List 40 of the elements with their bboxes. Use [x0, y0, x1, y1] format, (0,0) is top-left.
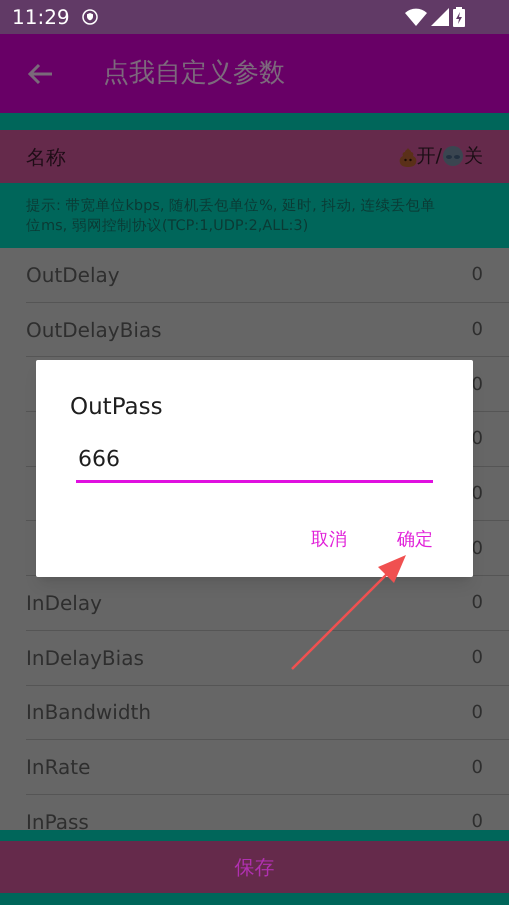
parameter-name: InPass — [26, 808, 89, 830]
parameter-row[interactable]: OutDelay 0 — [26, 248, 509, 303]
parameter-value: 0 — [472, 536, 483, 561]
parameter-name: InDelay — [26, 590, 102, 617]
dialog-title: OutPass — [70, 393, 164, 422]
parameter-name: OutDelay — [26, 262, 120, 289]
wifi-icon — [405, 8, 427, 26]
parameter-row[interactable]: InDelayBias 0 — [26, 630, 509, 686]
parameter-value: 0 — [472, 427, 483, 452]
parameter-value: 0 — [472, 810, 483, 830]
parameter-value: 0 — [472, 482, 483, 506]
parameter-value: 0 — [472, 591, 483, 616]
parameter-name: InRate — [26, 754, 90, 782]
parameter-value: 0 — [472, 646, 483, 670]
page-title: 点我自定义参数 — [103, 57, 285, 90]
parameter-row[interactable]: InRate 0 — [26, 740, 509, 795]
parameter-value: 0 — [472, 318, 483, 342]
parameter-value: 0 — [472, 263, 483, 288]
parameter-name: InBandwidth — [26, 699, 152, 726]
parameter-value: 0 — [472, 700, 483, 725]
dialog-button[interactable]: 确定 — [397, 526, 433, 553]
back-arrow-icon[interactable] — [27, 62, 53, 84]
value-input-field[interactable]: 666 — [76, 442, 433, 482]
signal-icon — [431, 8, 449, 26]
parameter-row[interactable]: InBandwidth 0 — [26, 686, 509, 740]
parameter-name: OutDelayBias — [26, 316, 162, 344]
parameter-value: 0 — [472, 756, 483, 780]
status-time: 11:29 — [12, 4, 70, 31]
save-button[interactable]: 保存 — [234, 852, 274, 882]
parameter-row[interactable]: OutDelayBias 0 — [26, 302, 509, 358]
on-label: 开/ — [416, 144, 442, 170]
poop-icon — [398, 146, 417, 166]
parameter-value: 0 — [472, 372, 483, 397]
dialog-button[interactable]: 取消 — [311, 526, 347, 553]
name-column-label: 名称 — [26, 144, 66, 170]
parameter-name: InDelayBias — [26, 644, 144, 672]
off-label: 关 — [464, 144, 483, 170]
alien-icon — [442, 146, 464, 168]
battery-charging-icon — [453, 7, 465, 27]
shield-icon — [82, 9, 98, 25]
